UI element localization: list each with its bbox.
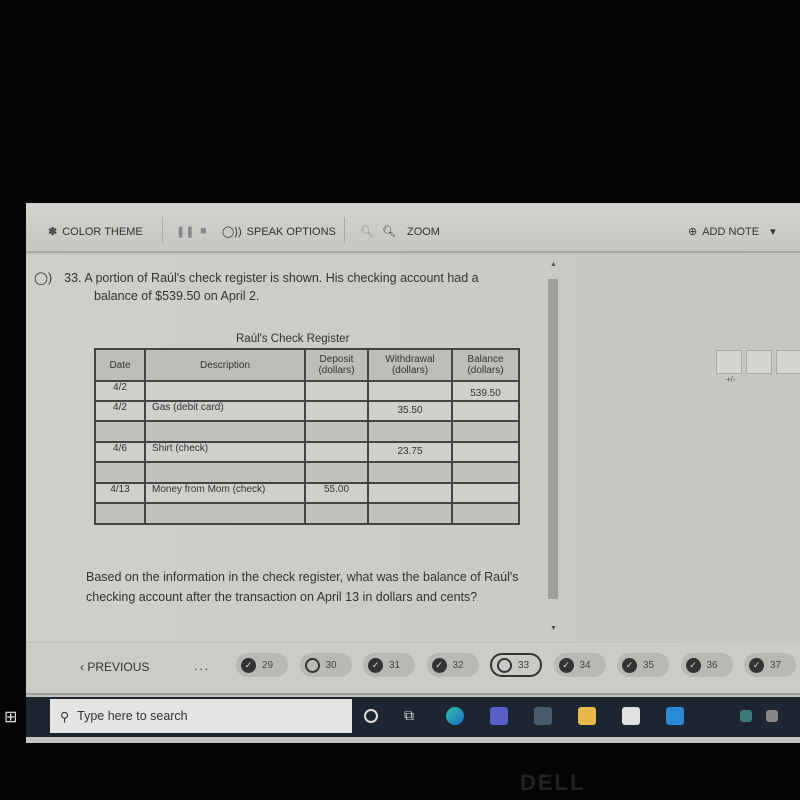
screen: ✽ COLOR THEME ❚❚ ■ ◯)) SPEAK OPTIONS 🔍︎ 🔍︎…	[4, 203, 800, 743]
table-row: 4/13 Money from Mom (check) 55.00	[94, 482, 520, 504]
teams-icon[interactable]	[490, 707, 508, 725]
zoom-out-button[interactable]: 🔍︎	[360, 225, 374, 238]
toolbar: ✽ COLOR THEME ❚❚ ■ ◯)) SPEAK OPTIONS 🔍︎ 🔍︎…	[26, 203, 800, 253]
speaker-icon[interactable]: ◯)	[34, 271, 52, 285]
table-row: 4/6 Shirt (check) 23.75	[94, 441, 520, 463]
question-number: 30	[325, 659, 337, 671]
empty-circle-icon	[497, 657, 512, 673]
zoom-in-icon: 🔍︎	[382, 226, 396, 238]
mail-icon[interactable]	[666, 707, 684, 725]
question-number: 32	[452, 659, 464, 671]
register-title: Raúl's Check Register	[236, 333, 350, 345]
check-circle-icon: ✓	[558, 657, 574, 673]
scroll-up-arrow[interactable]: ▲	[550, 261, 557, 268]
onedrive-icon[interactable]	[766, 710, 778, 722]
store-icon[interactable]	[622, 707, 640, 725]
divider	[344, 217, 345, 243]
speaker-icon: ◯))	[222, 226, 242, 238]
question-nav-33[interactable]: 33	[490, 653, 542, 677]
question-nav-29[interactable]: ✓ 29	[236, 653, 288, 677]
question-prompt: Based on the information in the check re…	[86, 570, 519, 604]
check-circle-icon: ✓	[622, 657, 637, 673]
check-circle-icon: ✓	[431, 657, 447, 673]
question-number: 33	[518, 659, 530, 671]
add-note-button[interactable]: ⊕ ADD NOTE ▾	[688, 225, 776, 239]
header-date: Date	[94, 348, 146, 382]
chevron-left-icon: ‹	[80, 660, 84, 674]
zoom-out-icon: 🔍︎	[360, 226, 374, 238]
answer-box[interactable]	[716, 350, 742, 374]
tray-icon[interactable]	[740, 710, 752, 722]
search-icon: ⚲	[60, 709, 70, 724]
windows-start-icon[interactable]: ⊞	[4, 707, 24, 727]
question-number: 37	[770, 659, 782, 671]
taskbar: ⊞ ⚲ Type here to search ⧉	[4, 697, 800, 737]
pause-icon: ❚❚	[176, 226, 195, 238]
question-nav-37[interactable]: ✓ 37	[744, 653, 796, 677]
table-row: 4/2 Gas (debit card) 35.50	[94, 400, 520, 422]
header-balance: Balance (dollars)	[451, 348, 520, 382]
empty-circle-icon	[304, 657, 320, 673]
table-row-spacer	[94, 420, 520, 443]
edge-icon[interactable]	[446, 707, 464, 725]
sign-toggle[interactable]: +/-	[726, 375, 736, 384]
question-panel: ◯) 33. A portion of Raúl's check register…	[26, 255, 800, 641]
zoom-in-button[interactable]: 🔍︎ ZOOM	[382, 225, 440, 239]
check-circle-icon: ✓	[241, 657, 256, 673]
check-circle-icon: ✓	[749, 657, 764, 673]
question-number: 35	[643, 659, 655, 671]
question-number: 31	[389, 659, 401, 671]
table-row-spacer	[94, 461, 520, 484]
answer-box[interactable]	[746, 350, 772, 374]
check-circle-icon: ✓	[685, 657, 701, 673]
speak-options-button[interactable]: ◯)) SPEAK OPTIONS	[222, 225, 336, 239]
pause-button[interactable]: ❚❚	[176, 225, 194, 238]
question-number: 29	[262, 659, 274, 671]
task-view-icon[interactable]: ⧉	[404, 707, 422, 725]
check-circle-icon: ✓	[368, 657, 383, 673]
table-row: 4/2 539.50	[94, 380, 520, 402]
plus-circle-icon: ⊕	[688, 226, 698, 238]
file-explorer-icon[interactable]	[578, 707, 596, 725]
previous-button[interactable]: ‹ PREVIOUS	[80, 660, 149, 674]
color-theme-button[interactable]: ✽ COLOR THEME	[48, 225, 143, 239]
stop-button[interactable]: ■	[200, 225, 207, 237]
stop-icon: ■	[200, 225, 207, 237]
question-nav-36[interactable]: ✓ 36	[680, 653, 733, 677]
scrollbar[interactable]	[548, 279, 558, 599]
question-nav-30[interactable]: 30	[299, 653, 352, 677]
more-questions-button[interactable]: ...	[194, 659, 210, 673]
bookmark-icon: ▾	[770, 226, 776, 238]
cortana-icon[interactable]	[364, 709, 378, 723]
header-deposit: Deposit (dollars)	[304, 348, 369, 382]
palette-icon: ✽	[48, 226, 58, 238]
check-register-table: Date Description Deposit (dollars) Withd…	[94, 348, 520, 525]
question-nav-35[interactable]: ✓ 35	[617, 653, 669, 677]
question-nav-34[interactable]: ✓ 34	[553, 653, 606, 677]
question-number: 36	[706, 659, 718, 671]
scroll-down-arrow[interactable]: ▼	[550, 625, 557, 632]
taskbar-search[interactable]: ⚲ Type here to search	[50, 699, 352, 733]
question-text: ◯) 33. A portion of Raúl's check register…	[34, 271, 479, 303]
header-withdrawal: Withdrawal (dollars)	[367, 348, 453, 382]
divider	[162, 217, 163, 243]
header-description: Description	[144, 348, 306, 382]
calculator-icon[interactable]	[534, 707, 552, 725]
question-navigator: ‹ PREVIOUS ... ✓ 29 30 ✓ 31 ✓ 32 33 ✓ 34 ✓ 35 ✓ 36 ✓ 37	[26, 643, 800, 695]
table-row-spacer	[94, 502, 520, 525]
dell-logo: DELL	[520, 770, 586, 795]
question-nav-32[interactable]: ✓ 32	[426, 653, 479, 677]
question-nav-31[interactable]: ✓ 31	[363, 653, 415, 677]
answer-box[interactable]	[776, 350, 800, 374]
question-number: 34	[579, 659, 591, 671]
